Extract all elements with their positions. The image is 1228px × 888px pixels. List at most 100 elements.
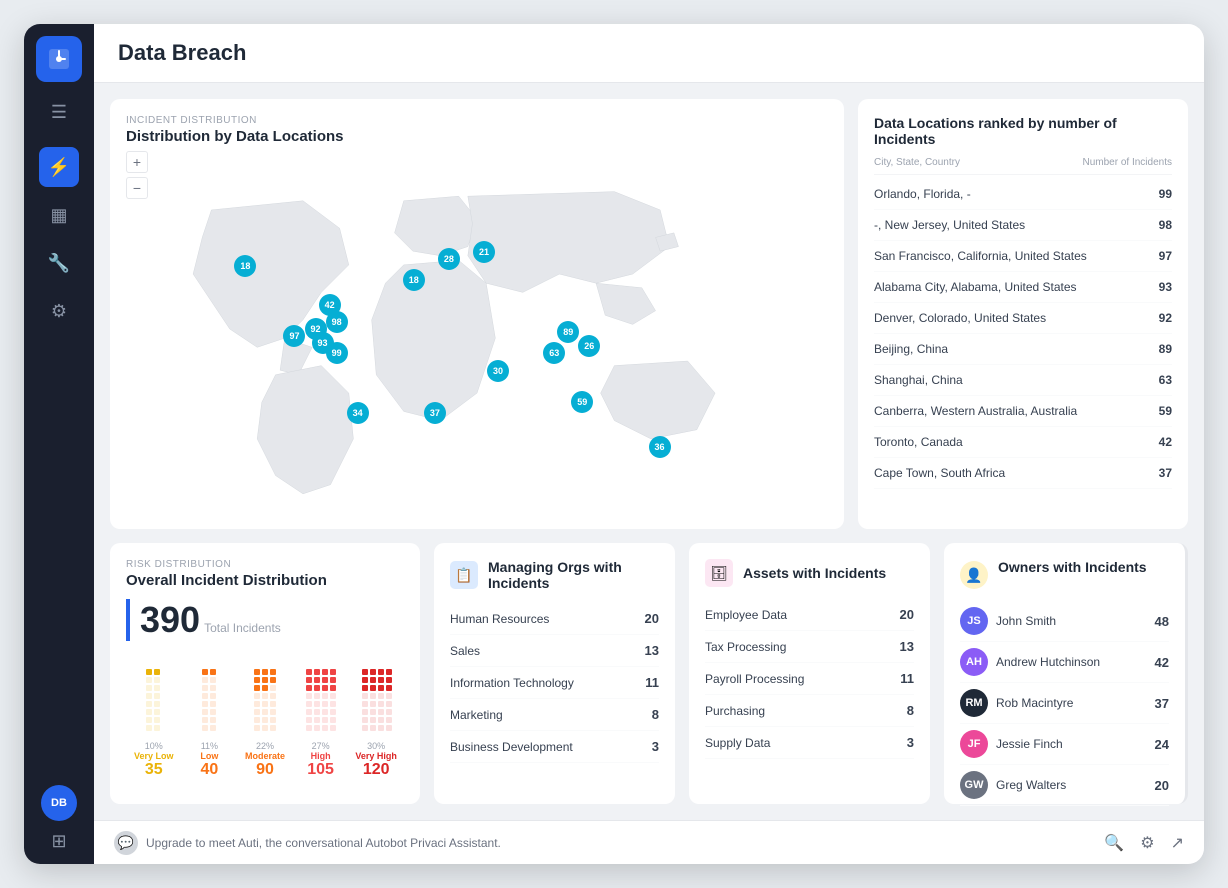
risk-title: Overall Incident Distribution <box>126 572 404 589</box>
asset-row: Employee Data 20 <box>705 599 914 631</box>
dot-column <box>350 669 404 731</box>
asset-name: Purchasing <box>705 704 765 718</box>
sidebar-nav: ⚡ ▦ 🔧 ⚙ <box>39 147 79 785</box>
owners-card: 👤 Owners with Incidents JS John Smith 48… <box>944 543 1188 804</box>
map-label: Incident Distribution <box>126 115 828 126</box>
owner-row: GW Greg Walters 20 <box>960 765 1169 806</box>
map-pin[interactable]: 59 <box>571 391 593 413</box>
asset-row: Supply Data 3 <box>705 727 914 759</box>
nav-item-tools[interactable]: 🔧 <box>39 243 79 283</box>
risk-labels: 10% Very Low 35 11% Low 40 22% Moderate … <box>126 741 404 779</box>
page-title: Data Breach <box>118 40 246 66</box>
map-pin[interactable]: 18 <box>403 269 425 291</box>
map-area: 18 42 97 92 93 98 99 18 28 21 30 37 34 8… <box>126 155 828 503</box>
orgs-title: Managing Orgs with Incidents <box>488 559 659 591</box>
map-pin[interactable]: 18 <box>234 255 256 277</box>
risk-name: Very High <box>348 751 404 761</box>
owner-row: JF Jessie Finch 24 <box>960 724 1169 765</box>
asset-row: Payroll Processing11 <box>705 663 914 695</box>
nav-item-grid[interactable]: ▦ <box>39 195 79 235</box>
map-pin[interactable]: 21 <box>473 241 495 263</box>
logo[interactable] <box>36 36 82 82</box>
map-pin[interactable]: 26 <box>578 335 600 357</box>
org-name: Human Resources <box>450 612 549 626</box>
dl-col2-header: Number of Incidents <box>1083 157 1173 168</box>
risk-pct: 30% <box>348 741 404 751</box>
total-incidents: 390 Total Incidents <box>126 599 404 641</box>
risk-name: Very Low <box>126 751 182 761</box>
map-pin[interactable]: 63 <box>543 342 565 364</box>
owner-avatar: GW <box>960 771 988 799</box>
map-pin[interactable]: 30 <box>487 360 509 382</box>
risk-name: Low <box>182 751 238 761</box>
orgs-icon: 📋 <box>450 561 478 589</box>
orgs-header: 📋 Managing Orgs with Incidents <box>450 559 659 591</box>
footer-bar: 💬 Upgrade to meet Auti, the conversation… <box>94 820 1204 864</box>
dl-row: Beijing, China89 <box>874 334 1172 365</box>
owner-info: GW Greg Walters <box>960 771 1066 799</box>
orgs-rows-container: Human Resources 20 Sales13Information Tech… <box>450 603 659 763</box>
risk-label-item: 30% Very High 120 <box>348 741 404 779</box>
dot-column <box>238 669 292 731</box>
map-pin[interactable]: 37 <box>424 402 446 424</box>
orgs-card: 📋 Managing Orgs with Incidents Human Res… <box>434 543 675 804</box>
dl-count: 98 <box>1159 218 1172 232</box>
dl-count: 37 <box>1159 466 1172 480</box>
asset-count: 20 <box>900 607 914 622</box>
dl-location: Toronto, Canada <box>874 435 963 449</box>
org-row: Sales13 <box>450 635 659 667</box>
dl-location: Canberra, Western Australia, Australia <box>874 404 1077 418</box>
total-label: Total Incidents <box>204 621 281 635</box>
org-name: Business Development <box>450 740 573 754</box>
risk-pct: 27% <box>293 741 349 751</box>
org-row: Information Technology11 <box>450 667 659 699</box>
nav-item-dashboard[interactable]: ⚡ <box>39 147 79 187</box>
owner-info: RM Rob Macintyre <box>960 689 1073 717</box>
risk-count: 120 <box>348 761 404 779</box>
chat-bubble-icon: 💬 <box>114 831 138 855</box>
dot-column <box>182 669 236 731</box>
risk-count: 105 <box>293 761 349 779</box>
sidebar-bottom: DB ⊞ <box>41 785 77 852</box>
share-icon[interactable]: ↗ <box>1171 833 1184 853</box>
menu-icon[interactable]: ☰ <box>51 102 67 123</box>
map-pin[interactable]: 97 <box>283 325 305 347</box>
filter-icon[interactable]: ⚙ <box>1140 833 1154 853</box>
owner-info: JF Jessie Finch <box>960 730 1063 758</box>
org-row: Human Resources 20 <box>450 603 659 635</box>
owners-rows-container: JS John Smith 48 AH Andrew Hutchinson 42… <box>960 601 1169 806</box>
map-pin[interactable]: 34 <box>347 402 369 424</box>
content-area: Incident Distribution Distribution by Da… <box>94 83 1204 820</box>
search-icon[interactable]: 🔍 <box>1104 833 1124 853</box>
owner-name: John Smith <box>996 614 1056 628</box>
assets-header: 🗄 Assets with Incidents <box>705 559 914 587</box>
map-title: Distribution by Data Locations <box>126 128 828 145</box>
dl-count: 99 <box>1159 187 1172 201</box>
dl-row: San Francisco, California, United States… <box>874 241 1172 272</box>
owner-avatar: AH <box>960 648 988 676</box>
risk-label-item: 27% High 105 <box>293 741 349 779</box>
map-pin[interactable]: 36 <box>649 436 671 458</box>
dl-count: 93 <box>1159 280 1172 294</box>
dl-row: Shanghai, China63 <box>874 365 1172 396</box>
risk-pct: 22% <box>237 741 293 751</box>
org-count: 20 <box>645 611 659 626</box>
user-avatar[interactable]: DB <box>41 785 77 821</box>
owners-icon: 👤 <box>960 561 988 589</box>
dot-column <box>294 669 348 731</box>
risk-pct: 10% <box>126 741 182 751</box>
nav-item-settings[interactable]: ⚙ <box>39 291 79 331</box>
owner-info: JS John Smith <box>960 607 1056 635</box>
map-pin[interactable]: 89 <box>557 321 579 343</box>
map-pin[interactable]: 99 <box>326 342 348 364</box>
asset-count: 3 <box>907 735 914 750</box>
owners-title: Owners with Incidents <box>998 559 1147 575</box>
asset-name: Employee Data <box>705 608 787 622</box>
assets-title: Assets with Incidents <box>743 565 886 581</box>
owner-avatar: JS <box>960 607 988 635</box>
grid-icon[interactable]: ⊞ <box>51 831 66 852</box>
map-pin[interactable]: 98 <box>326 311 348 333</box>
asset-name: Supply Data <box>705 736 770 750</box>
map-pin[interactable]: 28 <box>438 248 460 270</box>
owner-count: 48 <box>1155 614 1169 629</box>
